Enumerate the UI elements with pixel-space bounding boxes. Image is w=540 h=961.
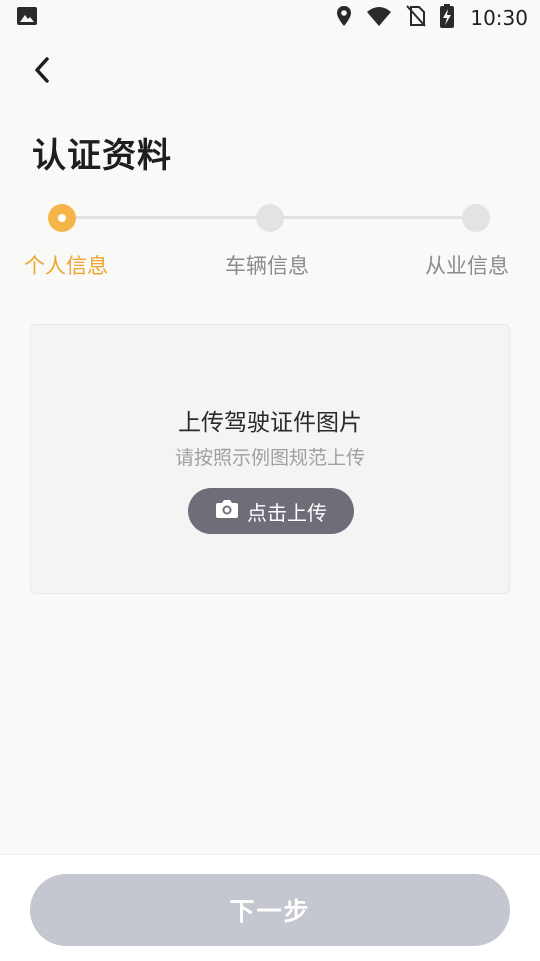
battery-charging-icon [440,4,455,32]
step-label-employment: 从业信息 [425,254,509,278]
next-step-button[interactable]: 下一步 [30,874,510,946]
step-label-personal: 个人信息 [24,254,108,278]
image-icon [16,5,38,31]
no-sim-icon [406,5,427,31]
location-icon [336,5,352,31]
step-label-vehicle: 车辆信息 [225,254,309,278]
step-connector [284,216,462,219]
upload-card[interactable]: 上传驾驶证件图片 请按照示例图规范上传 点击上传 [30,324,510,594]
step-connector [76,216,256,219]
upload-button[interactable]: 点击上传 [188,488,354,534]
bottom-bar: 下一步 [0,854,540,961]
upload-title: 上传驾驶证件图片 [178,410,362,436]
page-title: 认证资料 [32,136,172,176]
upload-button-label: 点击上传 [247,500,327,525]
status-bar: 10:30 [0,0,540,36]
back-button[interactable] [26,56,58,88]
wifi-icon [366,5,392,31]
chevron-left-icon [32,56,52,88]
upload-subtitle: 请按照示例图规范上传 [174,447,365,469]
camera-icon [215,499,239,524]
step-dot-employment [462,204,490,232]
status-time: 10:30 [470,6,528,30]
step-dot-personal [48,204,76,232]
step-dot-vehicle [256,204,284,232]
progress-stepper: 个人信息 车辆信息 从业信息 [0,200,540,290]
